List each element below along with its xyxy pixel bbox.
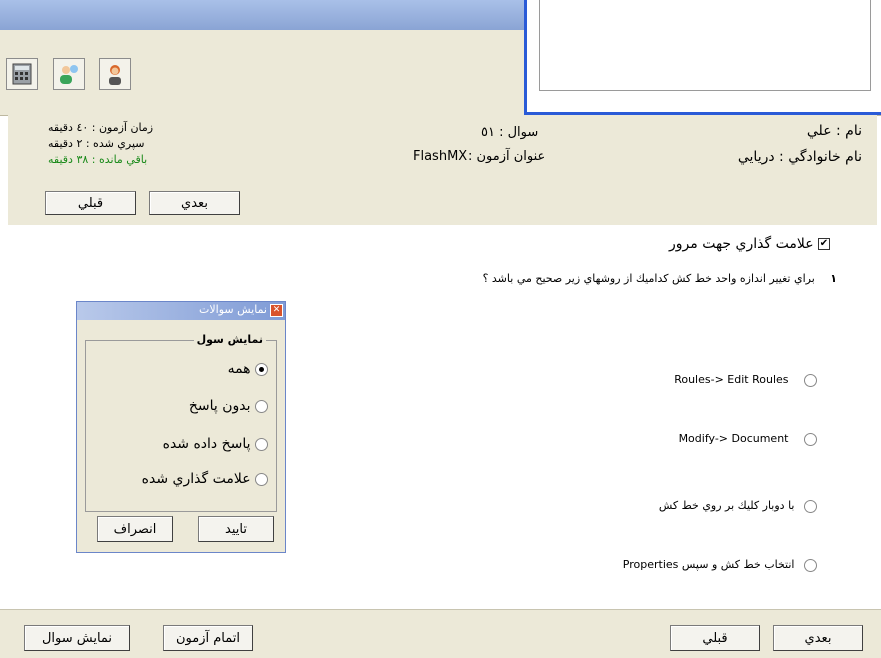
question-number: ١ (830, 272, 837, 285)
exam-title-label: عنوان آزمون : (468, 149, 546, 164)
elapsed-time: سپري شده : ٢ دقيقه (48, 137, 145, 150)
answer-label-1: Roules-> Edit Roules (674, 373, 789, 386)
dialog-confirm-button[interactable]: تاييد (198, 516, 274, 542)
overlay-window (524, 0, 881, 115)
filter-radio-unanswered[interactable] (255, 399, 268, 413)
dialog-cancel-button[interactable]: انصراف (97, 516, 173, 542)
student-name: نام : علي (806, 123, 862, 139)
show-questions-dialog: نمايش سوالات ✕ نمايش سول همه بدون پاسخ پ… (76, 301, 286, 553)
filter-group: نمايش سول همه بدون پاسخ پاسخ داده شده عل… (85, 333, 277, 512)
answer-radio-2[interactable] (804, 432, 817, 446)
filter-label-unanswered: بدون پاسخ (188, 398, 251, 414)
filter-label-marked: علامت گذاري شده (141, 471, 251, 487)
footer-prev-button[interactable]: قبلي (670, 625, 760, 651)
finish-exam-button[interactable]: اتمام آزمون (163, 625, 253, 651)
overlay-panel (539, 0, 871, 91)
filter-option-answered[interactable]: پاسخ داده شده (163, 436, 268, 452)
answer-radio-1[interactable] (804, 373, 817, 387)
answer-label-2: Modify-> Document (678, 432, 789, 445)
header-prev-button[interactable]: قبلي (45, 191, 136, 215)
mark-checkbox[interactable]: ✔ (818, 238, 830, 250)
close-icon[interactable]: ✕ (270, 304, 283, 317)
exam-time: زمان آزمون : ٤٠ دقيقه (48, 121, 154, 134)
answer-label-3: با دوبار كليك بر روي خط كش (658, 499, 795, 512)
exam-header: نام : علي نام خانوادگي : دريايي سوال : ٥… (8, 115, 877, 225)
header-next-button[interactable]: بعدي (149, 191, 240, 215)
question-number-label: سوال : ٥١ (481, 125, 539, 140)
question-text: براي تغيير اندازه واحد خط كش كداميك از ر… (482, 272, 815, 285)
remaining-time: باقي مانده : ٣٨ دقيقه (48, 153, 148, 166)
exam-title-value: FlashMX (413, 149, 468, 164)
operator-icon[interactable] (99, 58, 131, 90)
dialog-title: نمايش سوالات (199, 303, 267, 316)
answer-option-1[interactable]: Roules-> Edit Roules (674, 373, 817, 387)
show-questions-button[interactable]: نمايش سوال (24, 625, 130, 651)
mark-for-review[interactable]: ✔ علامت گذاري جهت مرور (669, 236, 830, 252)
filter-option-marked[interactable]: علامت گذاري شده (142, 471, 268, 487)
question-row: ١ براي تغيير اندازه واحد خط كش كداميك از… (483, 272, 837, 285)
answer-radio-3[interactable] (804, 499, 817, 513)
calculator-icon[interactable] (6, 58, 38, 90)
student-family: نام خانوادگي : دريايي (737, 149, 862, 165)
mark-label: علامت گذاري جهت مرور (669, 236, 814, 252)
answer-option-2[interactable]: Modify-> Document (679, 432, 817, 446)
answer-radio-4[interactable] (804, 558, 817, 572)
dialog-title-bar: نمايش سوالات ✕ (77, 302, 285, 320)
filter-radio-marked[interactable] (255, 472, 268, 486)
filter-option-unanswered[interactable]: بدون پاسخ (189, 398, 268, 414)
filter-label-all: همه (227, 361, 251, 377)
filter-radio-answered[interactable] (255, 437, 268, 451)
answer-label-4: انتخاب خط كش و سپس Properties (622, 558, 795, 571)
footer-bar: بعدي قبلي اتمام آزمون نمايش سوال (0, 609, 881, 658)
answer-option-4[interactable]: انتخاب خط كش و سپس Properties (623, 558, 817, 572)
filter-option-all[interactable]: همه (228, 361, 268, 377)
filter-label-answered: پاسخ داده شده (162, 436, 251, 452)
filter-radio-all[interactable] (255, 362, 268, 376)
answer-option-3[interactable]: با دوبار كليك بر روي خط كش (659, 499, 817, 513)
filter-group-label: نمايش سول (193, 333, 266, 346)
users-icon[interactable] (53, 58, 85, 90)
footer-next-button[interactable]: بعدي (773, 625, 863, 651)
